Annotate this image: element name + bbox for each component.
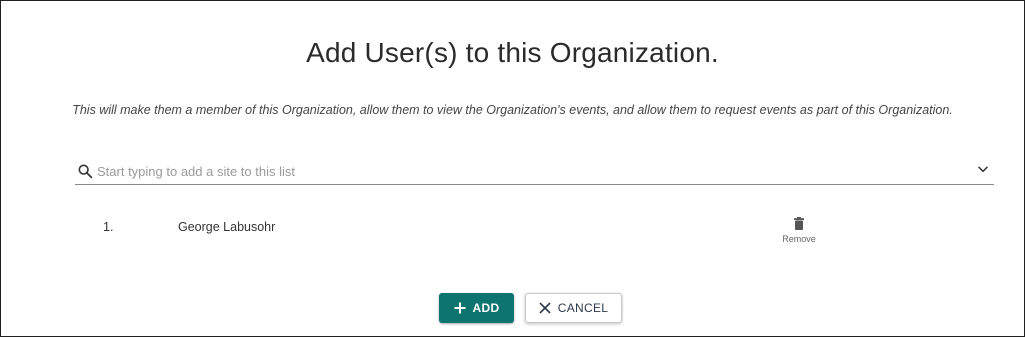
- list-item: 1. George Labusohr Remove: [1, 213, 1024, 253]
- add-button-label: ADD: [472, 301, 500, 315]
- add-users-dialog: Add User(s) to this Organization. This w…: [0, 0, 1025, 337]
- cancel-button[interactable]: CANCEL: [525, 293, 622, 323]
- user-search-field[interactable]: [75, 158, 994, 185]
- search-icon: [78, 164, 93, 179]
- cancel-button-label: CANCEL: [557, 301, 609, 315]
- remove-user-button[interactable]: Remove: [777, 217, 821, 251]
- remove-label: Remove: [782, 234, 816, 244]
- close-icon: [539, 302, 551, 314]
- search-input[interactable]: [97, 160, 957, 182]
- dialog-subtitle: This will make them a member of this Org…: [72, 103, 953, 117]
- user-name: George Labusohr: [178, 220, 276, 234]
- add-button[interactable]: ADD: [439, 293, 514, 323]
- chevron-down-icon[interactable]: [976, 162, 990, 176]
- dialog-title: Add User(s) to this Organization.: [306, 37, 719, 68]
- trash-icon: [794, 217, 804, 230]
- list-item-number: 1.: [103, 220, 114, 234]
- plus-icon: [454, 302, 466, 314]
